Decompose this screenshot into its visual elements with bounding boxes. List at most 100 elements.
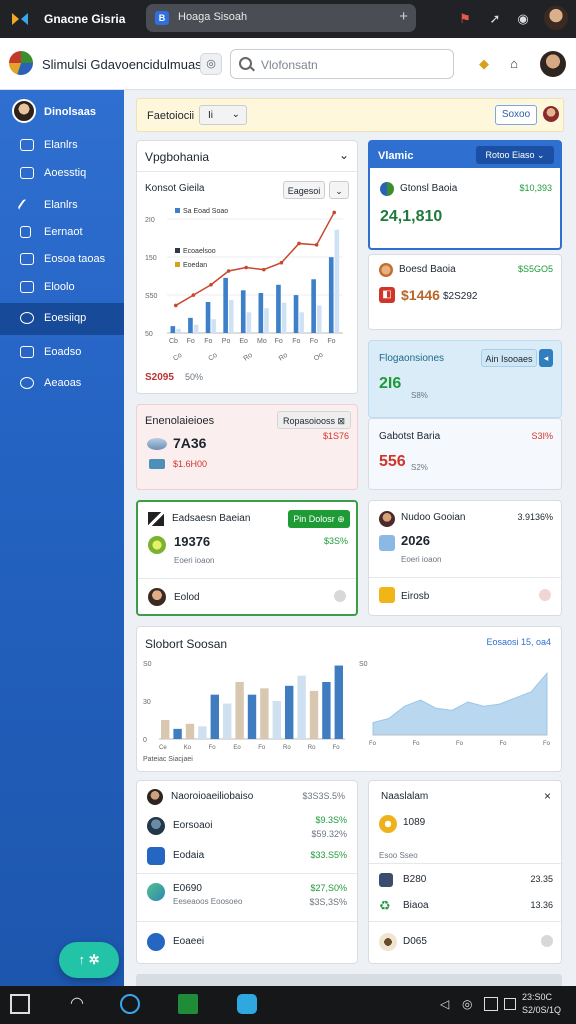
battery-icon[interactable] bbox=[484, 997, 498, 1011]
sidebar-item-9[interactable]: Aeaoas bbox=[0, 370, 124, 398]
table-row[interactable]: Eodaia $33.S5% bbox=[137, 841, 359, 873]
volume-icon[interactable]: ◁ bbox=[440, 994, 454, 1014]
table-row[interactable]: B280 23.35 bbox=[369, 867, 563, 895]
browser-avatar[interactable] bbox=[544, 6, 568, 30]
taskbar-date: S2/0S/1Q bbox=[522, 1005, 562, 1015]
stack-chart-title: Slobort Soosan bbox=[145, 637, 228, 651]
avatar bbox=[148, 588, 166, 606]
table-row[interactable]: Eoaeei bbox=[137, 925, 359, 961]
stat-d-title: Gabotst Baria bbox=[379, 431, 441, 442]
extension-icon[interactable]: ⚑ bbox=[456, 10, 474, 28]
line-point bbox=[332, 210, 336, 215]
search-icon bbox=[239, 57, 252, 70]
filter-avatar[interactable] bbox=[543, 106, 559, 122]
row-sub: Eeseaoos Eoosoeo bbox=[173, 897, 243, 906]
notification-icon[interactable]: ◆ bbox=[474, 54, 494, 74]
line-point bbox=[191, 293, 196, 297]
browser-tab[interactable]: B Hoaga Sisoah + bbox=[146, 4, 416, 32]
home-icon[interactable]: ⌂ bbox=[504, 54, 524, 74]
brand-logo-icon[interactable] bbox=[9, 51, 33, 75]
row-label: Eorsoaoi bbox=[173, 820, 213, 831]
stack-chart-link[interactable]: Eosaosi 15, oa4 bbox=[486, 637, 551, 647]
legend-swatch bbox=[175, 262, 180, 267]
sidebar-item-2[interactable]: Aoesstiq bbox=[0, 160, 124, 188]
table-row[interactable]: E0690 Eeseaoos Eoosoeo $27,S0% $3S,3S% bbox=[137, 877, 359, 923]
browser-icon[interactable] bbox=[120, 994, 140, 1014]
x-tick-label: Fo bbox=[369, 741, 377, 747]
user-avatar[interactable] bbox=[540, 51, 566, 77]
y-tick-label: 50 bbox=[145, 331, 153, 338]
green-card-button[interactable]: Pin Dolosr ⊕ bbox=[288, 510, 350, 528]
more-icon[interactable] bbox=[334, 590, 346, 602]
help-icon[interactable]: ◉ bbox=[514, 10, 532, 28]
sidebar-item-1[interactable]: Elanlrs bbox=[0, 132, 124, 160]
stat-a-dropdown[interactable]: Rotoo Eiaso ⌄ bbox=[476, 146, 554, 164]
white-card: Nudoo Gooian 3.9136% 2026 Eoeri ioaon Ei… bbox=[368, 500, 563, 616]
store-icon[interactable] bbox=[237, 994, 257, 1014]
x-tick-label: Fo bbox=[500, 741, 508, 747]
period-select[interactable]: Eagesoi bbox=[283, 181, 325, 199]
bar bbox=[264, 308, 269, 333]
share-icon[interactable]: ➚ bbox=[486, 10, 504, 28]
alert-value: 7A36 bbox=[173, 435, 207, 451]
app-title: Gnacne Gisria bbox=[44, 12, 126, 26]
main-bar-line-chart: 2I0 150 S50 50 Sa Eoad Soao Ecoaelsoo Eoedan Cb… bbox=[145, 208, 343, 363]
green-card-sub: Eoeri ioaon bbox=[174, 556, 215, 565]
sidebar-item-4[interactable]: Eernaot bbox=[0, 219, 124, 247]
chart-footer-value: S2095 bbox=[145, 372, 174, 383]
start-icon[interactable] bbox=[10, 994, 30, 1014]
table-row[interactable]: 1089 Esoo Sseo bbox=[369, 809, 563, 867]
alert-select-label: Ropasoiooss bbox=[282, 416, 335, 426]
sidebar-item-5[interactable]: Eosoa taoas bbox=[0, 246, 124, 274]
green-card-title: Eadsaesn Baeian bbox=[172, 513, 251, 524]
settings-button[interactable]: ◎ bbox=[200, 53, 222, 75]
sidebar-item-8[interactable]: Eoadso bbox=[0, 339, 124, 367]
row-value: $33.S5% bbox=[310, 850, 347, 860]
alert-select[interactable]: Ropasoiooss ⊠ bbox=[277, 411, 351, 429]
sidebar-user-name: Dinolsaas bbox=[44, 106, 96, 118]
stat-c-select[interactable]: Ain Isooaes bbox=[481, 349, 537, 367]
x-tick-label: Fo bbox=[456, 741, 464, 747]
expand-icon[interactable]: ◂ bbox=[539, 349, 553, 367]
new-tab-icon[interactable]: + bbox=[399, 8, 408, 25]
divider bbox=[369, 921, 563, 922]
legend-swatch bbox=[175, 208, 180, 213]
spreadsheet-icon[interactable] bbox=[178, 994, 198, 1014]
more-icon[interactable] bbox=[539, 589, 551, 601]
sidebar-item-6[interactable]: Eloolo bbox=[0, 274, 124, 302]
search-input[interactable]: Vlofonsatn bbox=[230, 49, 454, 79]
chevron-down-icon[interactable]: ⌄ bbox=[339, 148, 349, 162]
green-card-value: 19376 bbox=[174, 534, 211, 549]
sidebar-item-label: Aeaoas bbox=[44, 377, 82, 389]
edge-icon[interactable]: ◠ bbox=[70, 994, 90, 1014]
stat-a-value: 24,1,810 bbox=[380, 208, 443, 225]
table-row[interactable]: ♻ Biaoa 13.36 bbox=[369, 893, 563, 921]
card-icon bbox=[147, 847, 165, 865]
x-tick-label: Mo bbox=[257, 338, 267, 345]
line-point bbox=[209, 282, 213, 287]
sidebar-item-7-active[interactable]: Eoesiiqp bbox=[0, 303, 124, 335]
filter-bar: Faetoiocii Ii ⌄ Soxoo bbox=[136, 98, 564, 132]
more-icon[interactable] bbox=[541, 935, 553, 947]
notification-center-icon[interactable] bbox=[504, 998, 516, 1010]
stat-d-delta: S3I% bbox=[531, 431, 553, 441]
sidebar-item-3[interactable]: Elanlrs bbox=[0, 192, 124, 220]
close-icon[interactable]: × bbox=[544, 789, 551, 803]
chart-footer-pct: 50% bbox=[185, 372, 204, 382]
stat-c-value: 2I6 bbox=[379, 375, 402, 392]
filter-select[interactable]: Ii ⌄ bbox=[199, 105, 247, 125]
tool-icon bbox=[148, 512, 164, 526]
bar bbox=[258, 293, 264, 333]
bar bbox=[276, 284, 281, 333]
filter-apply-button[interactable]: Soxoo bbox=[495, 105, 537, 125]
table-row[interactable]: D065 bbox=[369, 925, 563, 961]
chevron-down-icon[interactable]: ⌄ bbox=[329, 181, 349, 199]
x-tick-label: Eo bbox=[239, 338, 248, 345]
wifi-icon[interactable]: ◎ bbox=[462, 994, 476, 1014]
row-sub: Esoo Sseo bbox=[379, 851, 418, 860]
stat-card-c: Flogaonsiones Ain Isooaes ◂ 2I6 S8% bbox=[368, 340, 562, 418]
floating-action-button[interactable]: ↑ ✲ bbox=[59, 942, 119, 978]
sidebar-avatar[interactable] bbox=[12, 99, 36, 123]
y-tick-label: S0 bbox=[359, 661, 368, 668]
circle-icon bbox=[20, 312, 34, 324]
